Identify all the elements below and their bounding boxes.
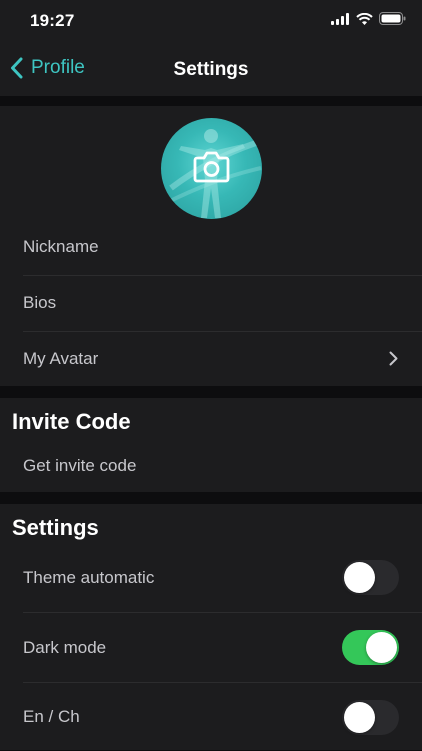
avatar[interactable]: [161, 118, 262, 219]
settings-section-title: Settings: [12, 515, 99, 540]
page-title: Settings: [173, 59, 249, 80]
status-icons: [331, 12, 406, 25]
toggle-knob: [344, 702, 375, 733]
invite-section: Invite Code Get invite code: [0, 398, 422, 492]
bios-label: Bios: [23, 293, 57, 312]
settings-section: Settings Theme automatic Dark mode En / …: [0, 504, 422, 750]
wifi-icon: [356, 12, 373, 25]
signal-icon: [331, 12, 349, 25]
toggle-knob: [344, 562, 375, 593]
bios-row[interactable]: Bios: [23, 275, 422, 332]
invite-section-title: Invite Code: [12, 409, 131, 434]
dark-mode-toggle[interactable]: [342, 630, 399, 665]
profile-section: Nickname Bios My Avatar: [0, 106, 422, 386]
camera-icon: [193, 151, 230, 183]
get-invite-code-row[interactable]: Get invite code: [23, 440, 422, 492]
theme-automatic-toggle[interactable]: [342, 560, 399, 595]
my-avatar-row[interactable]: My Avatar: [23, 331, 422, 387]
status-bar: 19:27: [0, 0, 422, 44]
navigation-bar: Profile Settings: [0, 44, 422, 96]
get-invite-code-label: Get invite code: [23, 456, 137, 475]
battery-icon: [379, 12, 406, 25]
status-time: 19:27: [30, 11, 75, 30]
toggle-knob: [366, 632, 397, 663]
my-avatar-label: My Avatar: [23, 349, 99, 368]
nickname-row[interactable]: Nickname: [23, 219, 422, 276]
language-toggle[interactable]: [342, 700, 399, 735]
chevron-right-icon: [389, 351, 398, 366]
nickname-label: Nickname: [23, 237, 99, 256]
